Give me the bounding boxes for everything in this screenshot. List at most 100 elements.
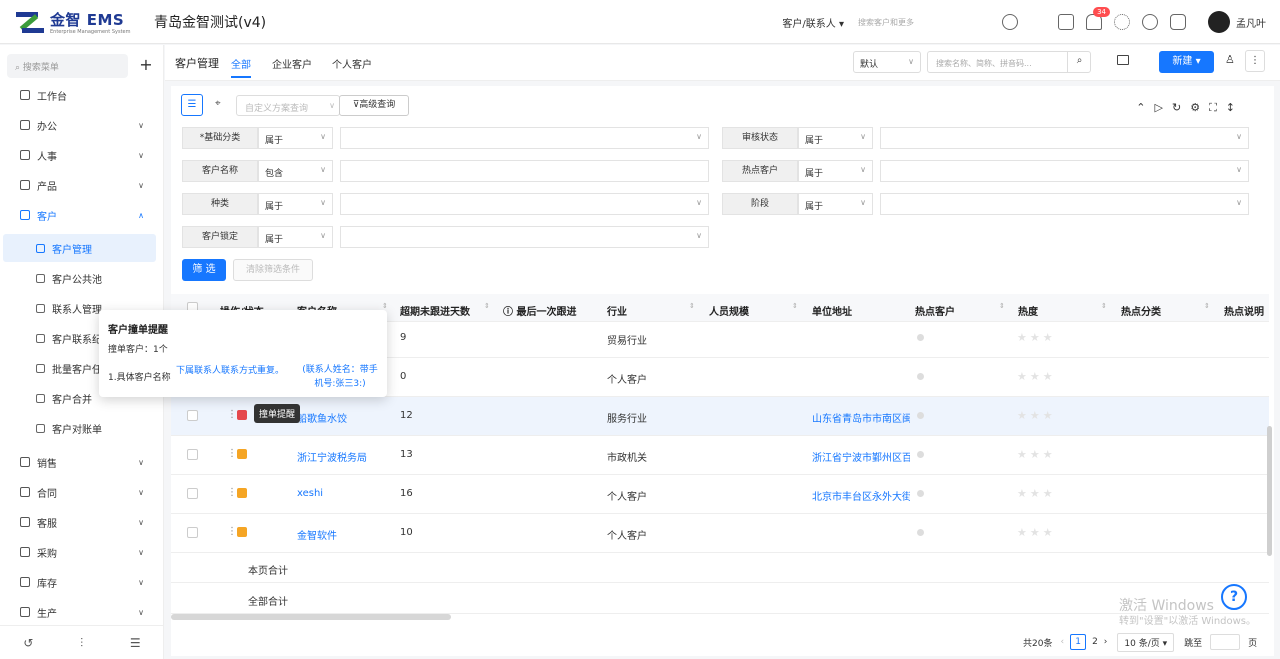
filter-operator-select[interactable]: 属于 ∨ xyxy=(798,160,873,182)
address-link[interactable]: 浙江省宁波市鄞州区百 xyxy=(812,449,910,464)
contacts-icon[interactable] xyxy=(1058,14,1074,30)
settings-sliders-icon[interactable]: ⫶ xyxy=(80,637,83,649)
heat-stars[interactable]: ★★★ xyxy=(1017,487,1056,500)
filter-value-select[interactable]: ∨ xyxy=(340,226,709,248)
filter-value-select[interactable]: ∨ xyxy=(340,193,709,215)
sidebar-item-hr[interactable]: 人事 ∨ xyxy=(0,143,164,167)
tab-all[interactable]: 全部 xyxy=(231,56,251,71)
sidebar-item-product[interactable]: 产品 ∨ xyxy=(0,173,164,197)
duplicate-contact-link[interactable]: (联系人姓名：带手机号:张三3:) xyxy=(298,363,382,391)
sidebar-item-sales[interactable]: 销售 ∨ xyxy=(0,450,164,474)
bell-icon[interactable]: 34 xyxy=(1086,7,1110,30)
column-header[interactable]: 超期未跟进天数 xyxy=(400,303,470,318)
list-view-icon[interactable]: ☰ xyxy=(181,94,203,116)
scheme-select[interactable]: 自定义方案查询 ∨ xyxy=(236,95,340,116)
page-size-select[interactable]: 10 条/页 ▾ xyxy=(1117,632,1175,652)
avatar[interactable] xyxy=(1208,11,1230,33)
sort-icon[interactable]: ⇕ xyxy=(484,302,490,310)
heat-stars[interactable]: ★★★ xyxy=(1017,331,1056,344)
goto-page-input[interactable] xyxy=(1210,634,1241,650)
menu-search-input[interactable]: ⌕ 搜索菜单 xyxy=(7,54,128,78)
sort-icon[interactable]: ⇕ xyxy=(689,302,695,310)
heat-stars[interactable]: ★★★ xyxy=(1017,409,1056,422)
sidebar-subitem-public-pool[interactable]: 客户公共池 xyxy=(3,264,156,292)
heat-stars[interactable]: ★★★ xyxy=(1017,448,1056,461)
table-row[interactable]: ⋮ xeshi 16 个人客户 北京市丰台区永外大街 ★★★ xyxy=(171,475,1269,514)
filter-operator-select[interactable]: 属于 ∨ xyxy=(258,193,333,215)
page-1-button[interactable]: 1 xyxy=(1070,634,1087,650)
heat-stars[interactable]: ★★★ xyxy=(1017,526,1056,539)
customer-name-link[interactable]: 船歌鱼水饺 xyxy=(297,410,347,425)
status-tag-icon[interactable] xyxy=(237,527,247,537)
gear-icon[interactable]: ⚙ xyxy=(1190,101,1209,114)
fullscreen-icon[interactable]: ⛶ xyxy=(1209,101,1226,114)
sidebar-item-production[interactable]: 生产 ∨ xyxy=(0,600,164,624)
more-icon[interactable]: ⋮ xyxy=(1245,50,1265,72)
customer-name-link[interactable]: 金智软件 xyxy=(297,527,337,542)
add-menu-button[interactable]: + xyxy=(134,54,158,78)
sort-icon[interactable]: ⇕ xyxy=(1101,302,1107,310)
clear-filter-button[interactable]: 清除筛选条件 xyxy=(233,259,313,281)
new-button[interactable]: 新建 ▾ xyxy=(1159,51,1214,73)
sidebar-subitem-statement[interactable]: 客户对账单 xyxy=(3,414,156,442)
customer-name-link[interactable]: 浙江宁波税务局 xyxy=(297,449,367,464)
column-header[interactable]: 人员规模 xyxy=(709,303,749,318)
next-page-icon[interactable]: › xyxy=(1104,637,1108,647)
column-header[interactable]: 热度 xyxy=(1018,303,1038,318)
filter-operator-select[interactable]: 属于 ∨ xyxy=(798,127,873,149)
column-header[interactable]: 热点分类 xyxy=(1121,303,1161,318)
row-height-icon[interactable]: ↕ xyxy=(1226,101,1244,114)
heat-stars[interactable]: ★★★ xyxy=(1017,370,1056,383)
filter-operator-select[interactable]: 属于 ∨ xyxy=(258,226,333,248)
sort-select[interactable]: 默认 ∨ xyxy=(853,51,921,73)
filter-value-input[interactable] xyxy=(340,160,709,182)
sidebar-item-inventory[interactable]: 库存 ∨ xyxy=(0,570,164,594)
filter-value-select[interactable]: ∨ xyxy=(880,127,1249,149)
sort-icon[interactable]: ⇕ xyxy=(382,302,388,310)
address-link[interactable]: 山东省青岛市市南区闽 xyxy=(812,410,910,425)
gear-icon[interactable] xyxy=(1114,14,1130,30)
column-header[interactable]: ⓘ 最后一次跟进 xyxy=(503,303,576,318)
chart-icon[interactable] xyxy=(1142,14,1158,30)
vertical-scrollbar[interactable] xyxy=(1267,426,1272,556)
filter-operator-select[interactable]: 属于 ∨ xyxy=(258,127,333,149)
row-checkbox[interactable] xyxy=(187,488,198,499)
row-checkbox[interactable] xyxy=(187,410,198,421)
sidebar-item-office[interactable]: 办公 ∨ xyxy=(0,113,164,137)
row-checkbox[interactable] xyxy=(187,527,198,538)
prev-page-icon[interactable]: ‹ xyxy=(1060,637,1064,647)
collapse-menu-icon[interactable]: ☰ xyxy=(130,637,141,649)
horizontal-scrollbar[interactable] xyxy=(171,614,451,620)
column-header[interactable]: 行业 xyxy=(607,303,627,318)
page-2-button[interactable]: 2 xyxy=(1092,637,1098,647)
sort-icon[interactable]: ⇕ xyxy=(1204,302,1210,310)
sort-icon[interactable]: ⇕ xyxy=(792,302,798,310)
monitor-icon[interactable] xyxy=(1117,55,1129,65)
tab-enterprise[interactable]: 企业客户 xyxy=(272,56,312,71)
sidebar-item-workbench[interactable]: 工作台 xyxy=(0,83,164,107)
row-actions-icon[interactable]: ⋮ xyxy=(227,409,237,420)
apply-filter-button[interactable]: 筛 选 xyxy=(182,259,226,281)
column-header[interactable]: 热点客户 xyxy=(915,303,955,318)
tab-personal[interactable]: 个人客户 xyxy=(332,56,372,71)
advanced-search-button[interactable]: ⊽高级查询 xyxy=(339,95,409,116)
sidebar-subitem-customer-management[interactable]: 客户管理 xyxy=(3,234,156,262)
history-icon[interactable]: ↺ xyxy=(23,637,33,649)
logo[interactable]: 金智 EMS Enterprise Management System xyxy=(16,9,150,35)
search-icon[interactable] xyxy=(1002,14,1018,30)
map-pin-icon[interactable]: ⌖ xyxy=(215,98,221,109)
customer-name-link[interactable]: xeshi xyxy=(297,488,323,499)
play-icon[interactable]: ▷ xyxy=(1155,101,1172,114)
sidebar-item-purchase[interactable]: 采购 ∨ xyxy=(0,540,164,564)
table-row[interactable]: ⋮ 金智软件 10 个人客户 ★★★ xyxy=(171,514,1269,553)
address-link[interactable]: 北京市丰台区永外大街 xyxy=(812,488,910,503)
column-header[interactable]: 热点说明 xyxy=(1224,303,1264,318)
sidebar-item-service[interactable]: 客服 ∨ xyxy=(0,510,164,534)
table-row[interactable]: ⋮ 浙江宁波税务局 13 市政机关 浙江省宁波市鄞州区百 ★★★ xyxy=(171,436,1269,475)
collapse-icon[interactable]: ⌃ xyxy=(1136,101,1154,114)
username[interactable]: 孟凡叶 xyxy=(1236,15,1266,30)
sidebar-item-contract[interactable]: 合同 ∨ xyxy=(0,480,164,504)
table-row[interactable]: ⋮ 船歌鱼水饺 12 服务行业 山东省青岛市市南区闽 ★★★ xyxy=(171,397,1269,436)
filter-value-select[interactable]: ∨ xyxy=(880,193,1249,215)
filter-operator-select[interactable]: 属于 ∨ xyxy=(798,193,873,215)
